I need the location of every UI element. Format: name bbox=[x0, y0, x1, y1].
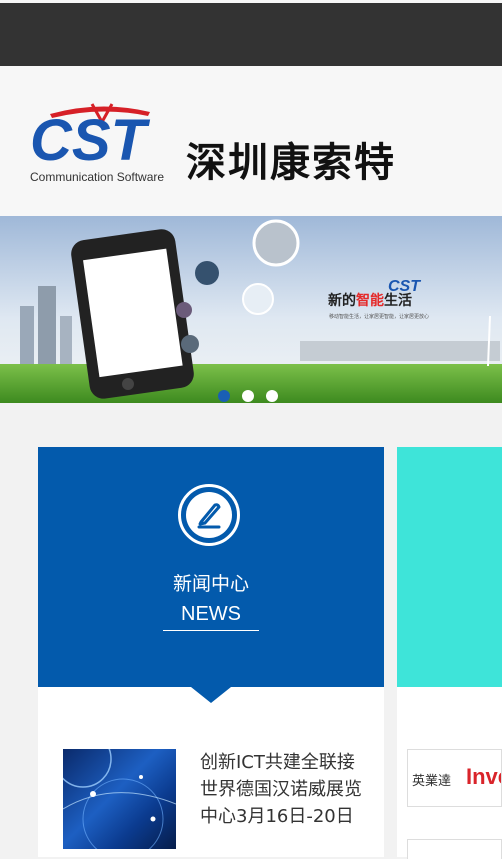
site-header: CST 深圳康索特 Communication Software bbox=[0, 66, 502, 216]
news-arrow bbox=[191, 687, 231, 703]
company-logo[interactable]: CST 深圳康索特 Communication Software bbox=[30, 102, 420, 188]
svg-text:CST: CST bbox=[30, 108, 151, 172]
partners-header[interactable] bbox=[397, 447, 502, 687]
partner-name-cn: 英業達 bbox=[412, 774, 452, 789]
news-header[interactable]: 新闻中心 NEWS bbox=[38, 447, 384, 687]
cst-logo-icon: CST bbox=[30, 103, 151, 173]
banner-headline-highlight: 智能 bbox=[355, 292, 384, 309]
news-subtitle: NEWS bbox=[163, 603, 259, 631]
news-thumbnail[interactable] bbox=[63, 749, 176, 849]
carousel-dot-1[interactable] bbox=[218, 390, 230, 402]
logo-subtitle: Communication Software bbox=[30, 170, 165, 184]
svg-text:新的智能生活: 新的智能生活 bbox=[328, 292, 412, 309]
banner-headline-2: 生活 bbox=[384, 292, 412, 309]
news-title: 新闻中心 bbox=[172, 573, 249, 595]
carousel-dot-3[interactable] bbox=[266, 390, 278, 402]
top-bar bbox=[0, 0, 502, 66]
hero-banner[interactable]: CST 新的智能生活 移动智能生活，让家居更智能，让家居更放心 bbox=[0, 216, 502, 403]
company-name: 深圳康索特 bbox=[186, 140, 396, 186]
partner-logo[interactable]: 英業達 Inventec bbox=[407, 749, 502, 807]
carousel-dot-2[interactable] bbox=[242, 390, 254, 402]
news-section: 新闻中心 NEWS 创新ICT共建全联接世界德国汉诺威展览中心3月16日-20日 bbox=[38, 447, 384, 857]
carousel-dots bbox=[218, 390, 278, 402]
partners-section: 英業達 Inventec bbox=[397, 447, 502, 859]
banner-tagline: 移动智能生活，让家居更智能，让家居更放心 bbox=[329, 313, 429, 320]
partner-name-en: Inventec bbox=[466, 764, 501, 789]
banner-image: CST 新的智能生活 移动智能生活，让家居更智能，让家居更放心 bbox=[0, 216, 502, 403]
banner-headline-1: 新的 bbox=[328, 292, 356, 309]
news-item-title[interactable]: 创新ICT共建全联接世界德国汉诺威展览中心3月16日-20日 bbox=[200, 749, 365, 830]
edit-icon bbox=[178, 484, 240, 546]
phone-graphic bbox=[71, 229, 194, 399]
partner-logo-2[interactable] bbox=[407, 839, 502, 859]
